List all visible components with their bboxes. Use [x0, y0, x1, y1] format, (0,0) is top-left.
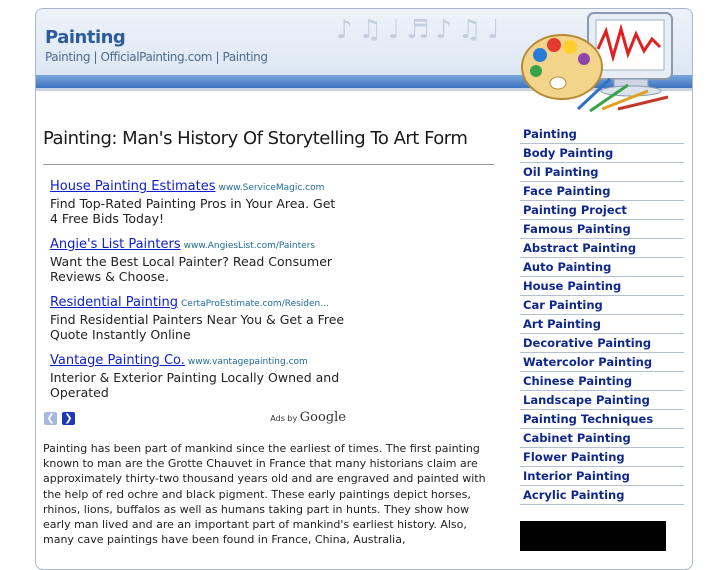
sidebar-item-auto-painting[interactable]: Auto Painting: [520, 258, 684, 277]
sidebar-item-landscape-painting[interactable]: Landscape Painting: [520, 391, 684, 410]
sidebar-item-face-painting[interactable]: Face Painting: [520, 182, 684, 201]
ad-description: Find Top-Rated Painting Pros in Your Are…: [50, 196, 336, 226]
ad-header: Vantage Painting Co. www.vantagepainting.…: [50, 349, 346, 368]
ads-navigation: ❮ ❯ Ads by Google: [44, 410, 346, 428]
ads-by-google-link[interactable]: Ads by Google: [270, 410, 346, 425]
palette-monitor-icon: [521, 12, 673, 113]
chevron-right-icon[interactable]: ❯: [62, 412, 75, 425]
ad-description: Interior & Exterior Painting Locally Own…: [50, 370, 340, 400]
ad-url-link[interactable]: www.ServiceMagic.com: [218, 183, 324, 193]
sidebar-item-art-painting[interactable]: Art Painting: [520, 315, 684, 334]
ad-title-link[interactable]: Angie's List Painters: [50, 237, 181, 252]
sidebar-item-painting-project[interactable]: Painting Project: [520, 201, 684, 220]
ad-header: Angie's List Painters www.AngiesList.com/…: [50, 233, 346, 252]
page-title: Painting: Man's History Of Storytelling …: [43, 128, 468, 149]
sidebar-item-chinese-painting[interactable]: Chinese Painting: [520, 372, 684, 391]
ad-item: Residential Painting CertaProEstimate.com…: [50, 291, 346, 342]
ad-title-link[interactable]: House Painting Estimates: [50, 179, 215, 194]
ad-url-link[interactable]: CertaProEstimate.com/Residen...: [181, 299, 329, 309]
ad-item: House Painting Estimates www.ServiceMagic…: [50, 175, 346, 226]
ad-item: Vantage Painting Co. www.vantagepainting.…: [50, 349, 346, 400]
site-tagline: Painting | OfficialPainting.com | Painti…: [45, 50, 268, 64]
sidebar-item-decorative-painting[interactable]: Decorative Painting: [520, 334, 684, 353]
sidebar-item-flower-painting[interactable]: Flower Painting: [520, 448, 684, 467]
sidebar-item-painting[interactable]: Painting: [520, 125, 684, 144]
sidebar-item-body-painting[interactable]: Body Painting: [520, 144, 684, 163]
ad-header: Residential Painting CertaProEstimate.com…: [50, 291, 346, 310]
article-body: Painting has been part of mankind since …: [43, 442, 486, 547]
ad-list: House Painting Estimates www.ServiceMagic…: [50, 175, 346, 407]
ad-url-link[interactable]: www.vantagepainting.com: [188, 357, 308, 367]
heading-divider: [43, 164, 494, 165]
sidebar-ad-block[interactable]: [520, 521, 666, 551]
sidebar-item-car-painting[interactable]: Car Painting: [520, 296, 684, 315]
sidebar-item-abstract-painting[interactable]: Abstract Painting: [520, 239, 684, 258]
sidebar-item-oil-painting[interactable]: Oil Painting: [520, 163, 684, 182]
sidebar-item-famous-painting[interactable]: Famous Painting: [520, 220, 684, 239]
sidebar-item-painting-techniques[interactable]: Painting Techniques: [520, 410, 684, 429]
sidebar-item-watercolor-painting[interactable]: Watercolor Painting: [520, 353, 684, 372]
sidebar-item-interior-painting[interactable]: Interior Painting: [520, 467, 684, 486]
sidebar-nav: Painting Body Painting Oil Painting Face…: [520, 125, 684, 505]
ad-title-link[interactable]: Vantage Painting Co.: [50, 353, 185, 368]
sidebar-item-house-painting[interactable]: House Painting: [520, 277, 684, 296]
ad-description: Find Residential Painters Near You & Get…: [50, 312, 345, 342]
chevron-left-icon[interactable]: ❮: [44, 412, 57, 425]
ad-header: House Painting Estimates www.ServiceMagic…: [50, 175, 346, 194]
site-title[interactable]: Painting: [45, 27, 126, 48]
ad-item: Angie's List Painters www.AngiesList.com/…: [50, 233, 346, 284]
music-notes-decoration: ♪♫♩♬♪♫♩: [336, 15, 506, 45]
ad-url-link[interactable]: www.AngiesList.com/Painters: [184, 241, 315, 251]
ads-by-prefix: Ads by: [270, 414, 298, 423]
ad-description: Want the Best Local Painter? Read Consum…: [50, 254, 333, 284]
google-logo-text: Google: [299, 410, 346, 425]
ad-title-link[interactable]: Residential Painting: [50, 295, 178, 310]
sidebar-item-acrylic-painting[interactable]: Acrylic Painting: [520, 486, 684, 505]
sidebar-item-cabinet-painting[interactable]: Cabinet Painting: [520, 429, 684, 448]
